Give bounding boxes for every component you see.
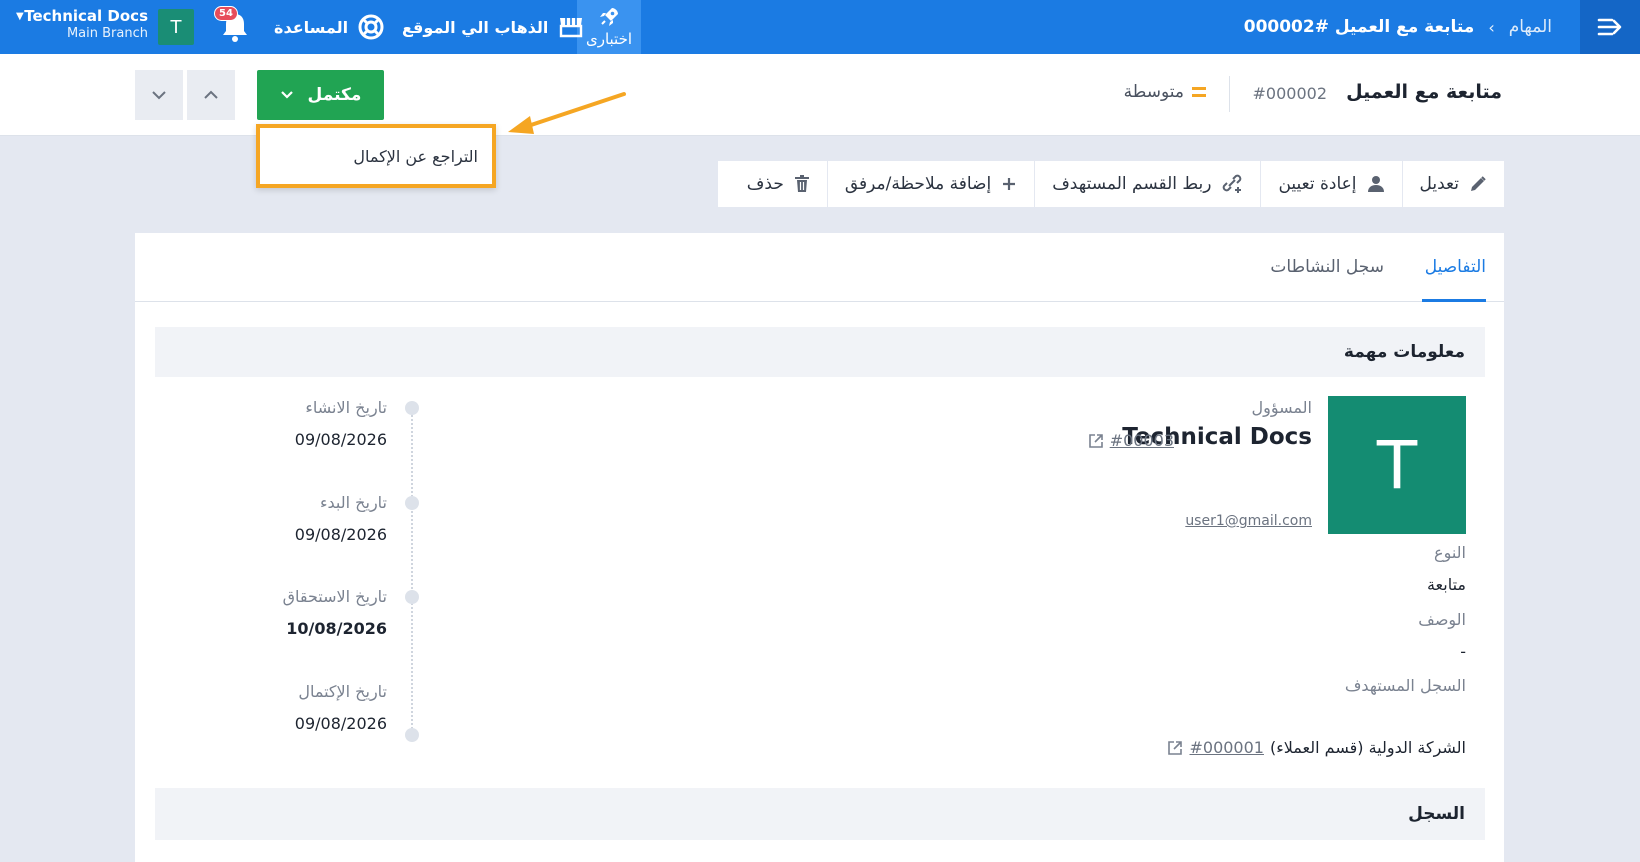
priority-indicator: متوسطة: [1124, 82, 1206, 102]
timeline-dot: [405, 496, 419, 510]
previous-record-button[interactable]: [187, 70, 235, 120]
owner-email-link[interactable]: user1@gmail.com: [1185, 513, 1312, 529]
page-header: متابعة مع العميل #000002 متوسطة: [0, 54, 1640, 136]
owner-id-link[interactable]: #00003: [1088, 431, 1174, 450]
task-id: #000002: [1252, 84, 1327, 103]
next-record-button[interactable]: [135, 70, 183, 120]
description-value: -: [1460, 642, 1466, 661]
timeline-dot: [405, 590, 419, 604]
go-to-site-link[interactable]: الذهاب الي الموقع: [402, 0, 584, 54]
chevron-down-icon: [152, 91, 166, 100]
account-name: Technical Docs: [24, 7, 148, 25]
lifebuoy-icon: [358, 14, 384, 40]
top-navbar: المهام ‹ متابعة مع العميل #000002 اختبار…: [0, 0, 1640, 54]
active-tab-indicator: [1422, 299, 1486, 302]
edit-label: تعديل: [1419, 174, 1459, 194]
caret-down-icon: ▼: [16, 11, 24, 22]
due-date-value: 10/08/2026: [286, 619, 387, 638]
tab-details[interactable]: التفاصيل: [1425, 257, 1486, 277]
tabs-bar: التفاصيل سجل النشاطات: [135, 233, 1504, 302]
priority-label: متوسطة: [1123, 82, 1184, 102]
user-avatar[interactable]: T: [158, 9, 194, 45]
completed-date-value: 09/08/2026: [294, 714, 387, 733]
delete-button[interactable]: حذف: [730, 161, 827, 207]
go-to-site-label: الذهاب الي الموقع: [402, 17, 549, 37]
tab-activity-log[interactable]: سجل النشاطات: [1270, 257, 1384, 277]
store-icon: [560, 18, 583, 38]
important-info-heading: معلومات مهمة: [155, 327, 1485, 377]
menu-arrow-icon: [1597, 18, 1622, 36]
created-date-label: تاريخ الانشاء: [305, 398, 387, 417]
log-heading: السجل: [155, 788, 1485, 840]
rocket-icon: [600, 8, 618, 26]
add-note-button[interactable]: إضافة ملاحظة/مرفق: [826, 161, 1034, 207]
callout-arrow-icon: [508, 92, 626, 134]
details-card: التفاصيل سجل النشاطات معلومات مهمة T الم…: [135, 233, 1504, 862]
header-divider: [1229, 76, 1230, 112]
help-link[interactable]: المساعدة: [274, 0, 384, 54]
pencil-icon: [1471, 176, 1486, 191]
chevron-left-icon: ‹: [1488, 17, 1495, 37]
type-label: النوع: [1434, 543, 1466, 562]
reassign-button[interactable]: إعادة تعيين: [1260, 161, 1401, 207]
due-date-label: تاريخ الاستحقاق: [282, 587, 387, 606]
action-toolbar: تعديل إعادة تعيين ربط القسم المستهدف إضا…: [718, 161, 1504, 207]
link-target-button[interactable]: ربط القسم المستهدف: [1034, 161, 1260, 207]
timeline-dot: [405, 728, 419, 742]
target-record-text: (قسم العملاء) الشركة الدولية: [1269, 738, 1466, 757]
status-dropdown-button[interactable]: مكتمل: [257, 70, 384, 120]
status-dropdown-menu: التراجع عن الإكمال: [256, 124, 496, 188]
page-title: متابعة مع العميل: [1346, 81, 1502, 103]
breadcrumb-current: متابعة مع العميل #000002: [1243, 17, 1475, 37]
type-value: متابعة: [1426, 575, 1466, 594]
owner-label: المسؤول: [1251, 398, 1312, 417]
timeline-line: [411, 408, 413, 733]
owner-avatar: T: [1328, 396, 1466, 534]
equals-icon: [1192, 87, 1206, 97]
owner-id: #00003: [1109, 431, 1174, 450]
user-icon: [1367, 176, 1384, 192]
account-switcher[interactable]: ▼ Technical Docs Main Branch: [16, 7, 148, 43]
external-link-icon: [1088, 433, 1103, 448]
edit-button[interactable]: تعديل: [1401, 161, 1504, 207]
notifications-badge: 54: [214, 6, 238, 21]
created-date-value: 09/08/2026: [294, 430, 387, 449]
delete-label: حذف: [746, 174, 784, 194]
add-note-label: إضافة ملاحظة/مرفق: [844, 174, 992, 194]
status-label: مكتمل: [307, 85, 362, 105]
chevron-up-icon: [204, 90, 218, 99]
menu-toggle-button[interactable]: [1580, 0, 1640, 54]
try-button[interactable]: اختبارى: [577, 0, 641, 54]
chevron-down-icon: [280, 91, 293, 99]
completed-date-label: تاريخ الإكتمال: [298, 682, 387, 701]
target-record-link[interactable]: #000001: [1189, 738, 1263, 757]
link-add-icon: [1223, 174, 1242, 193]
reassign-label: إعادة تعيين: [1278, 174, 1357, 194]
breadcrumb: المهام ‹ متابعة مع العميل #000002: [1244, 0, 1552, 54]
account-branch: Main Branch: [66, 26, 148, 41]
link-target-label: ربط القسم المستهدف: [1052, 174, 1212, 194]
trash-icon: [794, 175, 809, 192]
timeline-dot: [405, 401, 419, 415]
target-record-label: السجل المستهدف: [1344, 676, 1466, 695]
start-date-label: تاريخ البدء: [320, 493, 387, 512]
try-label: اختبارى: [585, 30, 633, 48]
help-label: المساعدة: [274, 17, 349, 37]
breadcrumb-tasks-link[interactable]: المهام: [1509, 17, 1552, 37]
external-link-icon[interactable]: [1167, 740, 1183, 756]
plus-icon: [1003, 178, 1016, 190]
target-record: (قسم العملاء) الشركة الدولية #000001: [1167, 738, 1466, 757]
start-date-value: 09/08/2026: [294, 525, 387, 544]
undo-complete-menu-item[interactable]: التراجع عن الإكمال: [353, 147, 478, 166]
description-label: الوصف: [1418, 610, 1466, 629]
